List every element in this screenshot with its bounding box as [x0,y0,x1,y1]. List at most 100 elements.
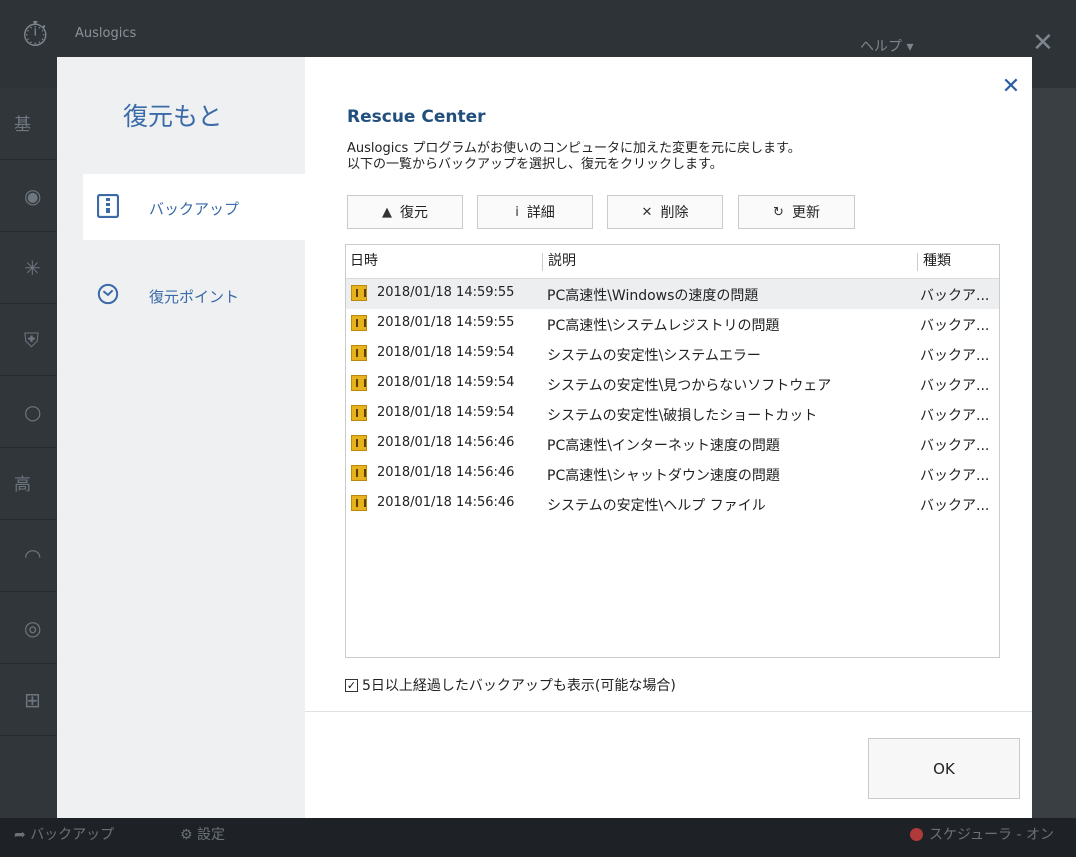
details-button[interactable]: ⅰ 詳細 [477,195,593,229]
row-type: バックア... [920,378,990,394]
sidebar-item[interactable]: ⊞ [0,664,57,736]
x-icon: ✕ [641,204,653,220]
nav-item-restore-point[interactable]: 復元ポイント [83,262,305,328]
dialog-close-icon[interactable]: ✕ [999,75,1023,99]
sidebar-section-label: 高 [14,475,31,495]
checkmark-icon[interactable]: ✓ [345,678,358,692]
bottom-settings-label: 設定 [197,827,226,843]
broom-icon: ✳ [24,256,41,280]
backup-file-icon [351,405,367,421]
backup-list[interactable]: 日時 説明 種類 2018/01/18 14:59:55 PC高速性\Windo… [345,244,1000,658]
bottom-settings-link[interactable]: ⚙ 設定 [180,824,225,844]
bottom-backup-link[interactable]: ➦ バックアップ [14,824,114,844]
row-type: バックア... [920,468,990,484]
app-close-icon[interactable]: ✕ [1032,30,1054,56]
table-row[interactable]: 2018/01/18 14:59:54 システムの安定性\破損したショートカット… [346,399,999,429]
page-title: Rescue Center [347,107,486,127]
column-header-description[interactable]: 説明 [544,245,914,278]
table-row[interactable]: 2018/01/18 14:59:54 システムの安定性\見つからないソフトウェ… [346,369,999,399]
row-datetime: 2018/01/18 14:56:46 [377,495,515,510]
sidebar-item[interactable]: ✳ [0,232,57,304]
sidebar-item[interactable]: ○ [0,376,57,448]
table-row[interactable]: 2018/01/18 14:59:55 PC高速性\Windowsの速度の問題 … [346,279,999,309]
delete-button[interactable]: ✕ 削除 [607,195,723,229]
app-sidebar: 基 ◉ ✳ ⛨ ○ 高 ◠ ◎ ⊞ [0,88,57,818]
nav-label-backup: バックアップ [149,200,240,218]
row-datetime: 2018/01/18 14:59:55 [377,315,515,330]
help-menu[interactable]: ヘルプ ▾ [860,36,913,56]
ok-button-label: OK [933,759,955,778]
sidebar-item[interactable]: ◠ [0,520,57,592]
column-separator[interactable] [542,253,543,271]
dialog-description: Auslogics プログラムがお使いのコンピュータに加えた変更を元に戻します。… [347,141,801,173]
speed-gauge-icon: ◠ [24,544,42,568]
sidebar-item[interactable]: ◎ [0,592,57,664]
refresh-button[interactable]: ↻ 更新 [738,195,855,229]
app-brand: Auslogics [75,26,137,41]
column-separator[interactable] [917,253,918,271]
restore-button-label: 復元 [400,205,428,221]
table-row[interactable]: 2018/01/18 14:56:46 PC高速性\シャットダウン速度の問題 バ… [346,459,999,489]
table-row[interactable]: 2018/01/18 14:59:55 PC高速性\システムレジストリの問題 バ… [346,309,999,339]
row-datetime: 2018/01/18 14:59:55 [377,285,515,300]
up-arrow-icon: ▲ [382,204,392,220]
bottom-backup-label: バックアップ [30,827,115,843]
row-datetime: 2018/01/18 14:59:54 [377,345,515,360]
dialog-left-panel: 復元もと バックアップ 復元ポイント [57,57,305,818]
target-icon: ◎ [24,616,42,640]
backup-archive-icon [97,194,119,218]
list-header: 日時 説明 種類 [346,245,999,279]
nav-item-backup[interactable]: バックアップ [83,174,305,240]
row-description: システムの安定性\システムエラー [547,348,761,364]
column-header-datetime[interactable]: 日時 [346,245,542,278]
show-old-backups-checkbox[interactable]: ✓ 5日以上経過したバックアップも表示(可能な場合) [345,675,676,695]
restore-source-title: 復元もと [123,102,223,131]
row-datetime: 2018/01/18 14:59:54 [377,375,515,390]
table-row[interactable]: 2018/01/18 14:56:46 PC高速性\インターネット速度の問題 バ… [346,429,999,459]
delete-button-label: 削除 [660,205,689,221]
info-icon: ⅰ [515,204,519,220]
backup-file-icon [351,465,367,481]
restore-button[interactable]: ▲ 復元 [347,195,463,229]
row-type: バックア... [920,408,990,424]
row-type: バックア... [920,438,990,454]
row-type: バックア... [920,348,990,364]
radio-icon: ◉ [24,184,42,208]
alert-icon [910,828,923,841]
row-type: バックア... [920,288,990,304]
stopwatch-logo-icon: ⏱ [22,15,49,55]
refresh-icon: ↻ [773,204,784,220]
row-description: PC高速性\インターネット速度の問題 [547,438,780,454]
description-line-1: Auslogics プログラムがお使いのコンピュータに加えた変更を元に戻します。 [347,141,801,156]
row-description: PC高速性\Windowsの速度の問題 [547,288,759,304]
row-datetime: 2018/01/18 14:59:54 [377,405,515,420]
sidebar-item[interactable]: ◉ [0,160,57,232]
sidebar-section-label: 基 [14,115,31,135]
ok-button[interactable]: OK [868,738,1020,799]
row-type: バックア... [920,498,990,514]
backup-file-icon [351,495,367,511]
windows-icon: ⊞ [24,688,41,712]
description-line-2: 以下の一覧からバックアップを選択し、復元をクリックします。 [347,157,723,172]
refresh-button-label: 更新 [791,205,820,221]
column-header-type[interactable]: 種類 [919,245,999,278]
shield-alert-icon: ⛨ [24,328,39,352]
arrow-back-icon: ➦ [14,827,26,843]
backup-file-icon [351,285,367,301]
scheduler-status-label: スケジューラ - オン [929,827,1054,843]
backup-file-icon [351,375,367,391]
row-type: バックア... [920,318,990,334]
row-datetime: 2018/01/18 14:56:46 [377,435,515,450]
sidebar-item[interactable]: ⛨ [0,304,57,376]
show-old-backups-label: 5日以上経過したバックアップも表示(可能な場合) [362,678,676,694]
footer-divider [305,711,1032,712]
rescue-center-dialog: 復元もと バックアップ 復元ポイント ✕ Rescue Center Auslo… [57,57,1032,818]
scheduler-status[interactable]: スケジューラ - オン [910,824,1054,844]
sidebar-section-basic: 基 [0,88,57,160]
table-row[interactable]: 2018/01/18 14:56:46 システムの安定性\ヘルプ ファイル バッ… [346,489,999,519]
details-button-label: 詳細 [526,205,555,221]
backup-file-icon [351,345,367,361]
table-row[interactable]: 2018/01/18 14:59:54 システムの安定性\システムエラー バック… [346,339,999,369]
gear-icon: ⚙ [180,827,193,843]
restore-point-icon [97,283,119,305]
